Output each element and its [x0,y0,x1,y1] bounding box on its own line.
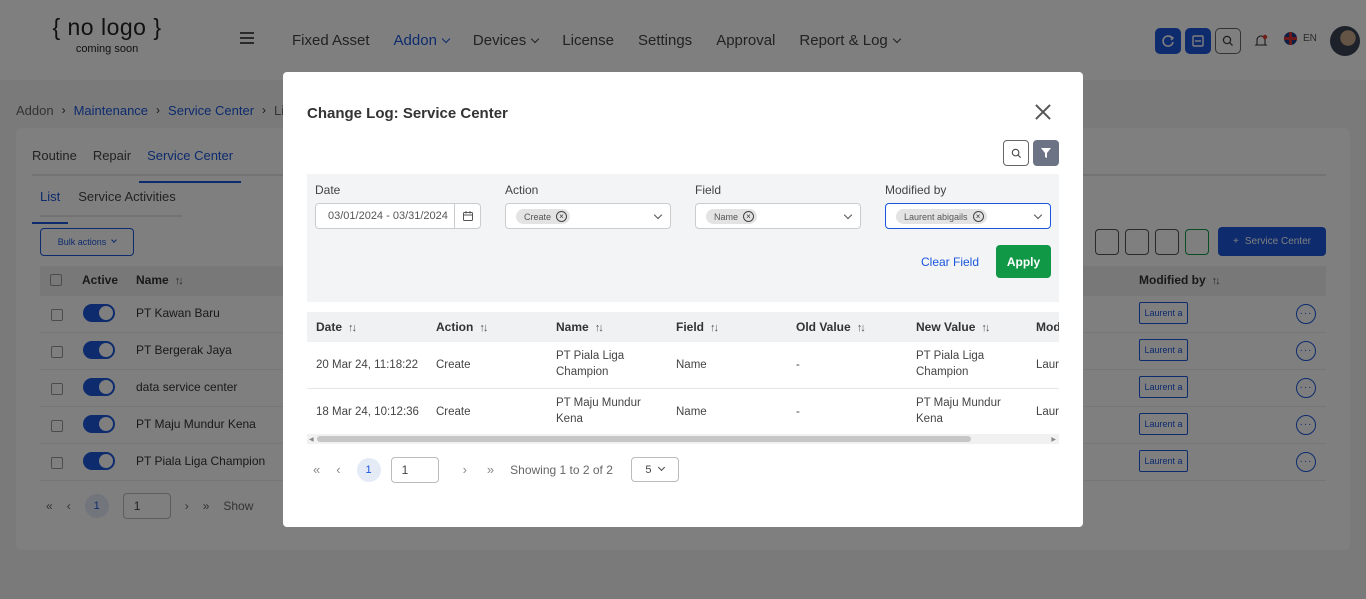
apply-button[interactable]: Apply [996,245,1051,278]
remove-chip-icon[interactable]: × [556,211,568,222]
column-field[interactable]: Field ↑↓ [676,320,719,334]
cell-field: Name [676,359,707,371]
next-page-icon[interactable]: › [463,462,467,477]
page-number-input[interactable]: 1 [390,456,439,483]
current-page[interactable]: 1 [356,457,381,482]
column-label: Old Value [796,320,851,334]
chevron-down-icon [653,210,663,220]
cell-name: PT Maju Mundur Kena [556,397,641,425]
horizontal-scrollbar[interactable]: ◀ ▶ [307,434,1059,444]
column-action[interactable]: Action ↑↓ [436,320,488,334]
cell-new-value: PT Piala Liga Champion [916,350,985,378]
cell-modified-by: Laur [1036,359,1059,371]
filter-icon [1041,148,1051,158]
field-chip: Name × [706,209,758,224]
close-icon[interactable] [1035,104,1051,120]
column-label: Field [676,320,705,334]
prev-page-icon[interactable]: ‹ [336,462,340,477]
clear-field-button[interactable]: Clear Field [921,255,979,269]
column-new-value[interactable]: New Value ↑↓ [916,320,990,334]
modal-filter-button[interactable] [1033,140,1059,166]
chevron-down-icon [843,210,853,220]
cell-action: Create [436,359,471,371]
cell-date: 20 Mar 24, 11:18:22 [316,359,419,371]
action-filter-select[interactable]: Create × [505,203,671,229]
change-log-modal: Change Log: Service Center Date 03/01/20… [283,72,1083,527]
remove-chip-icon[interactable]: × [743,211,755,222]
date-filter-label: Date [315,183,341,197]
column-old-value[interactable]: Old Value ↑↓ [796,320,866,334]
column-label: New Value [916,320,976,334]
scroll-right-icon[interactable]: ▶ [1051,436,1056,443]
sort-icon: ↑↓ [856,322,866,334]
search-icon [1011,148,1021,158]
chip-label: Create [524,211,552,222]
sort-icon: ↑↓ [348,322,357,334]
modified-by-chip: Laurent abigails × [896,209,987,224]
cell-name: PT Piala Liga Champion [556,350,625,378]
scrollbar-thumb[interactable] [317,436,971,442]
column-name[interactable]: Name ↑↓ [556,320,604,334]
cell-action: Create [436,406,471,418]
modified-by-filter-label: Modified by [885,183,947,197]
chevron-down-icon [658,463,666,472]
modal-pagination: « ‹ 1 1 › » Showing 1 to 2 of 2 5 [313,456,679,483]
scroll-left-icon[interactable]: ◀ [309,436,314,443]
date-range-input[interactable]: 03/01/2024 - 03/31/2024 [315,203,481,229]
date-range-value: 03/01/2024 - 03/31/2024 [328,210,448,222]
table-row: 18 Mar 24, 10:12:36 Create PT Maju Mundu… [307,389,1059,436]
change-log-table: Date ↑↓ Action ↑↓ Name ↑↓ Field ↑↓ Old Value… [307,312,1059,444]
cell-new-value: PT Maju Mundur Kena [916,397,1001,425]
remove-chip-icon[interactable]: × [972,211,984,222]
sort-icon: ↑↓ [710,322,719,334]
cell-field: Name [676,406,707,418]
chip-label: Laurent abigails [904,211,968,222]
table-row: 20 Mar 24, 11:18:22 Create PT Piala Liga… [307,342,1059,389]
cell-modified-by: Laur [1036,406,1059,418]
calendar-icon[interactable] [454,204,480,228]
action-filter-label: Action [505,183,539,197]
column-label: Mod [1036,320,1059,334]
column-label: Name [556,320,589,334]
column-date[interactable]: Date ↑↓ [316,320,357,334]
modal-title: Change Log: Service Center [307,105,508,122]
field-filter-select[interactable]: Name × [695,203,861,229]
first-page-icon[interactable]: « [313,462,320,477]
field-filter-label: Field [695,183,722,197]
column-modified-by[interactable]: Mod [1036,320,1059,334]
page-size-select[interactable]: 5 [630,457,679,482]
modal-search-button[interactable] [1003,140,1029,166]
showing-text: Showing 1 to 2 of 2 [510,462,613,477]
cell-date: 18 Mar 24, 10:12:36 [316,406,419,418]
modified-by-filter-select[interactable]: Laurent abigails × [885,203,1051,229]
page-size-value: 5 [645,463,652,476]
last-page-icon[interactable]: » [487,462,494,477]
cell-old-value: - [796,406,800,418]
sort-icon: ↑↓ [479,322,488,334]
action-chip: Create × [516,209,571,224]
column-label: Date [316,320,343,334]
cell-old-value: - [796,359,800,371]
column-label: Action [436,320,474,334]
chip-label: Name [714,211,739,222]
sort-icon: ↑↓ [594,322,604,334]
chevron-down-icon [1033,210,1043,220]
sort-icon: ↑↓ [981,322,990,334]
